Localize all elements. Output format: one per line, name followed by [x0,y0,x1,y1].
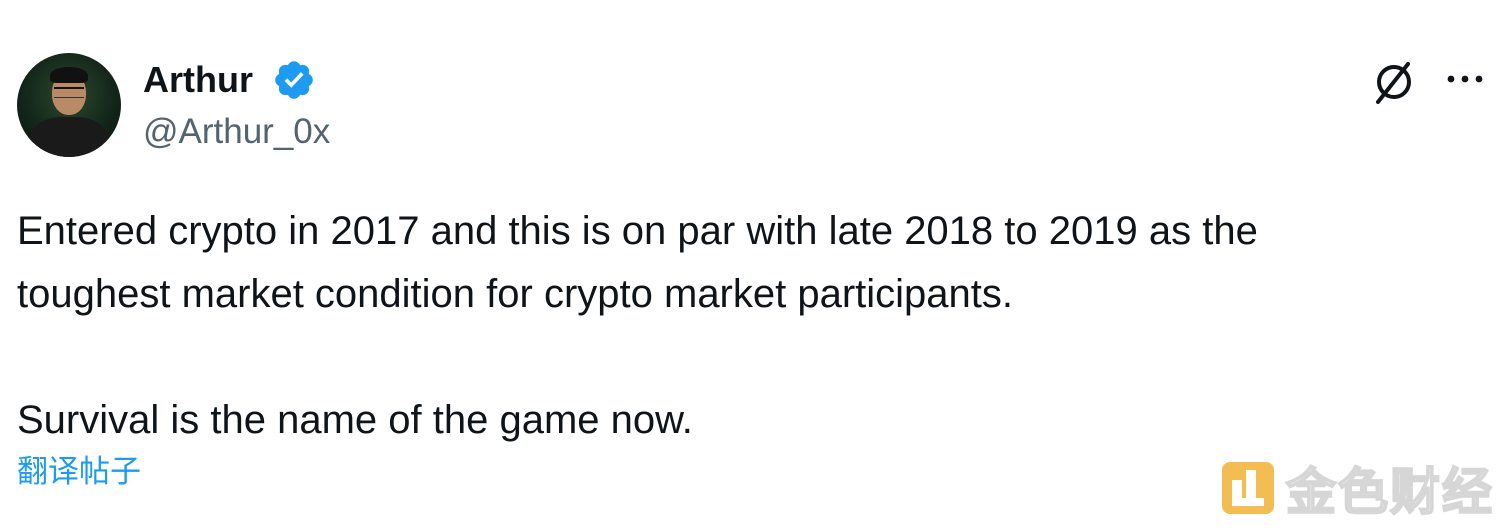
avatar-hair [50,67,88,83]
grok-icon[interactable] [1370,58,1418,106]
author-name[interactable]: Arthur [143,60,253,100]
avatar-glasses [54,87,84,98]
verified-badge-icon [275,61,313,99]
watermark: 金色财经 [1220,456,1494,522]
more-horizontal-icon[interactable] [1443,64,1487,94]
tweet-text: Entered crypto in 2017 and this is on pa… [17,209,1258,442]
avatar[interactable] [17,53,121,157]
author-handle[interactable]: @Arthur_0x [143,112,330,152]
jinse-logo-icon [1222,462,1274,514]
watermark-text: 金色财经 [1285,462,1494,522]
avatar-body [29,117,109,157]
translate-post-link[interactable]: 翻译帖子 [17,452,141,492]
